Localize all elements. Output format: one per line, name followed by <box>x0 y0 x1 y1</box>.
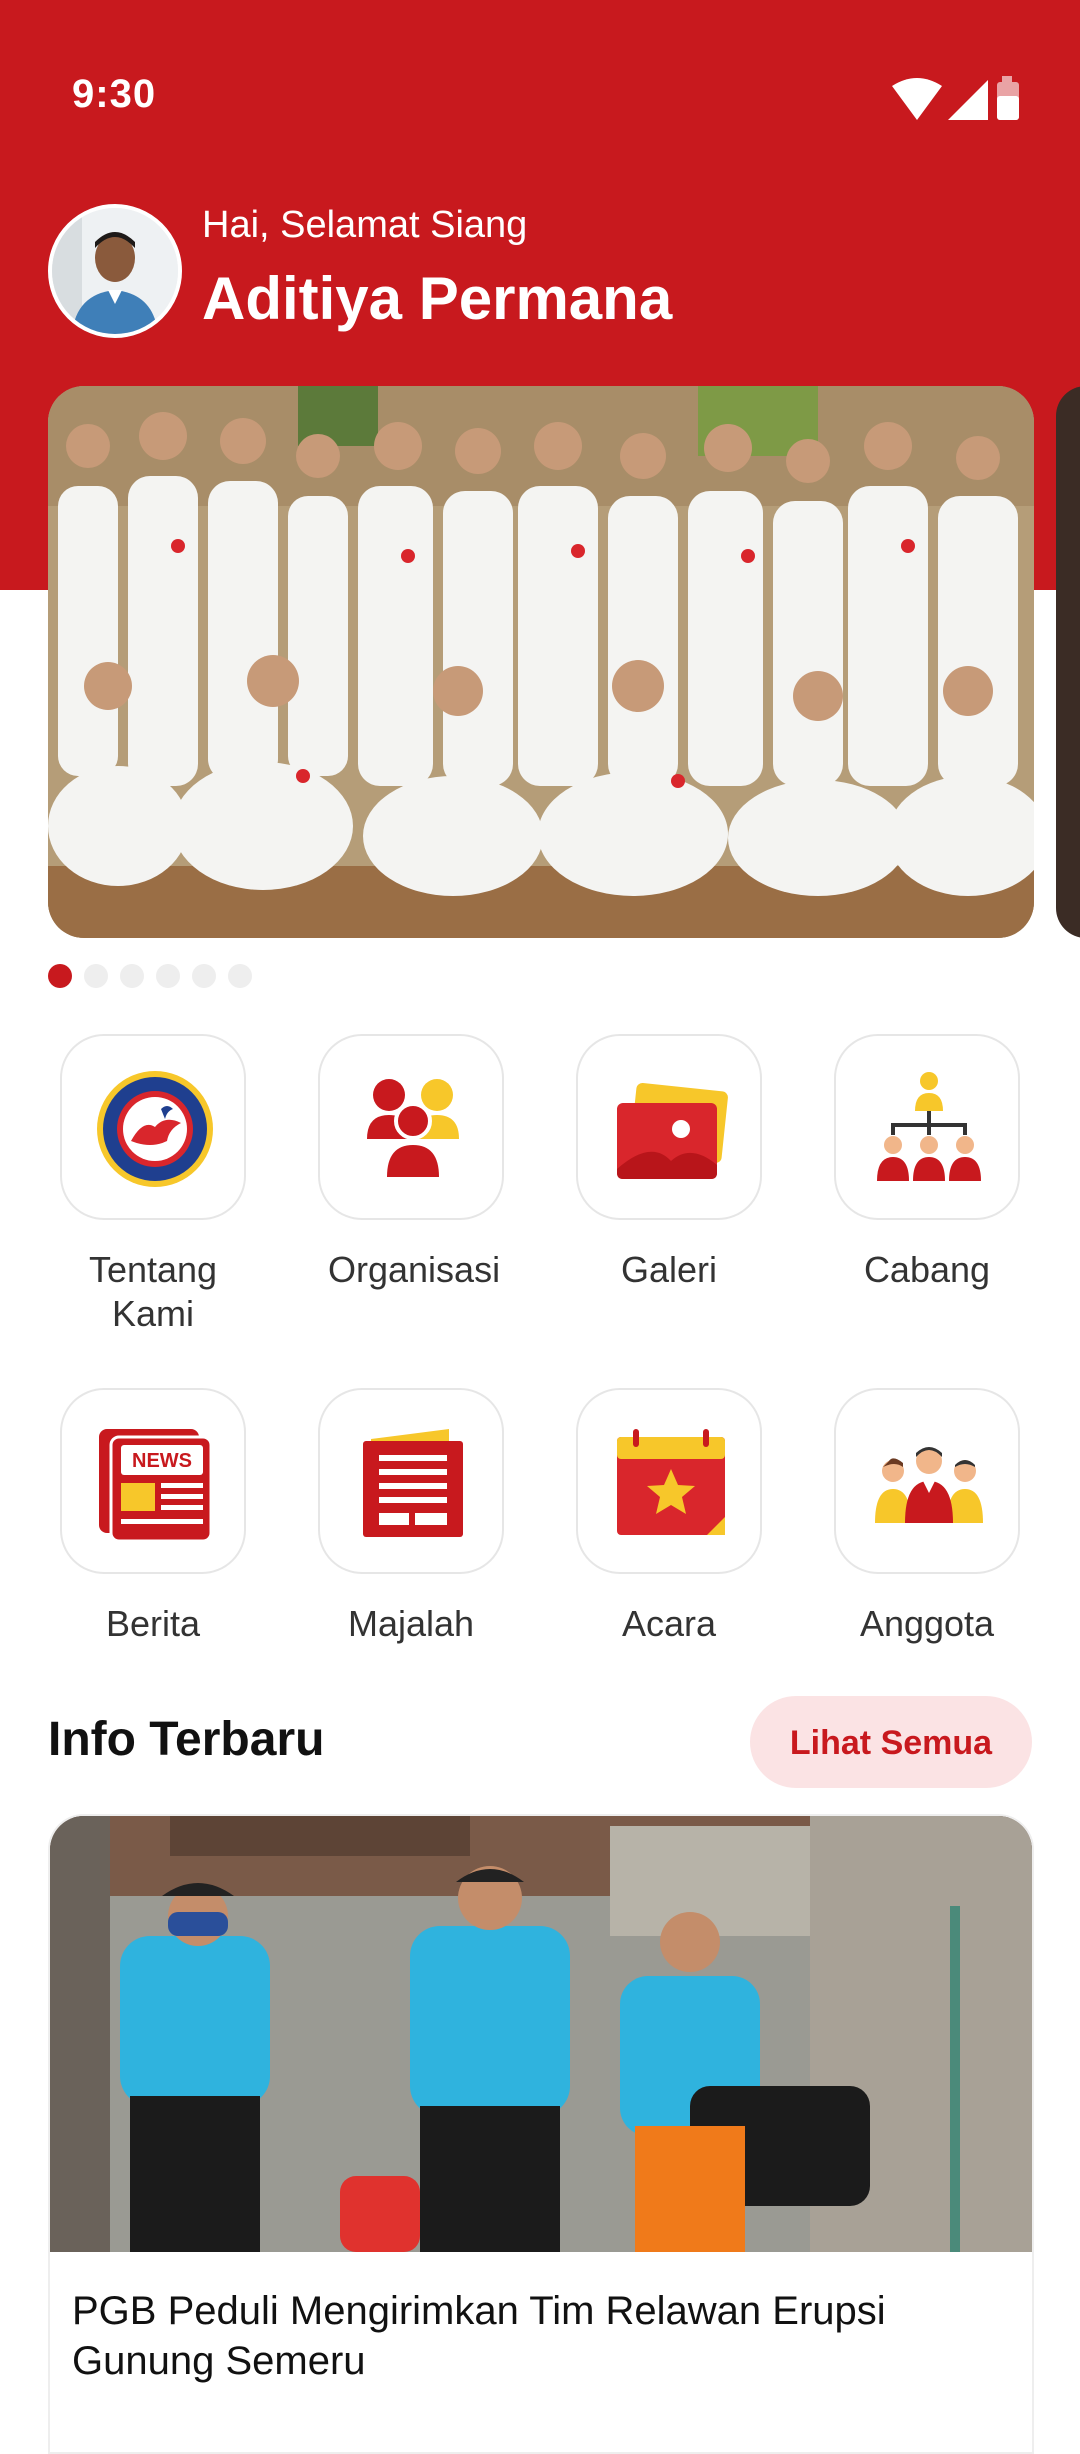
calendar-event-icon <box>617 1429 725 1535</box>
menu-berita[interactable]: NEWS Berita <box>56 1388 250 1646</box>
menu-tentang-kami[interactable]: Tentang Kami <box>56 1034 250 1336</box>
section-title-info-terbaru: Info Terbaru <box>48 1713 325 1766</box>
carousel-dot[interactable] <box>48 964 72 988</box>
status-icons <box>892 76 1032 122</box>
menu-tile[interactable] <box>318 1388 504 1574</box>
menu-tile[interactable] <box>576 1388 762 1574</box>
carousel-dot[interactable] <box>156 964 180 988</box>
menu-tile[interactable] <box>318 1034 504 1220</box>
menu-tile[interactable] <box>60 1034 246 1220</box>
menu-tile[interactable]: NEWS <box>60 1388 246 1574</box>
menu-cabang[interactable]: Cabang <box>830 1034 1024 1292</box>
branch-hierarchy-icon <box>877 1072 981 1181</box>
carousel-dot[interactable] <box>192 964 216 988</box>
menu-organisasi[interactable]: Organisasi <box>314 1034 508 1292</box>
menu-tile[interactable] <box>834 1388 1020 1574</box>
wifi-icon <box>892 78 942 120</box>
banner-next-slide-peek[interactable] <box>1056 386 1080 938</box>
status-bar: 9:30 <box>0 0 1080 190</box>
members-icon <box>875 1447 983 1523</box>
organization-logo-icon <box>97 1071 213 1187</box>
carousel-dot[interactable] <box>84 964 108 988</box>
menu-label: Acara <box>621 1603 717 1644</box>
menu-tile[interactable] <box>576 1034 762 1220</box>
menu-acara[interactable]: Acara <box>572 1388 766 1646</box>
menu-label: Majalah <box>347 1603 475 1644</box>
menu-tile[interactable] <box>834 1034 1020 1220</box>
menu-label: Anggota <box>859 1603 995 1644</box>
magazine-icon <box>363 1429 463 1537</box>
avatar[interactable] <box>48 204 182 338</box>
menu-majalah[interactable]: Majalah <box>314 1388 508 1646</box>
menu-label: Organisasi <box>328 1249 501 1290</box>
menu-anggota[interactable]: Anggota <box>830 1388 1024 1646</box>
menu-label: Berita <box>105 1603 201 1644</box>
menu-label: Galeri <box>620 1249 718 1290</box>
banner-photo <box>48 386 1034 938</box>
menu-label: Tentang Kami <box>88 1249 218 1334</box>
menu-galeri[interactable]: Galeri <box>572 1034 766 1292</box>
news-icon: NEWS <box>99 1429 213 1543</box>
people-group-icon <box>367 1079 459 1177</box>
greeting-text: Hai, Selamat Siang <box>202 204 528 246</box>
see-all-button[interactable]: Lihat Semua <box>750 1696 1032 1788</box>
signal-icon <box>948 80 988 120</box>
battery-icon <box>997 76 1019 120</box>
svg-text:NEWS: NEWS <box>132 1450 192 1472</box>
carousel-dot[interactable] <box>228 964 252 988</box>
news-photo <box>50 1816 1032 2252</box>
banner-carousel-slide[interactable] <box>48 386 1034 938</box>
gallery-icon <box>617 1082 728 1179</box>
news-title: PGB Peduli Mengirimkan Tim Relawan Erups… <box>72 2289 886 2383</box>
menu-label: Cabang <box>863 1249 991 1290</box>
news-card[interactable]: PGB Peduli Mengirimkan Tim Relawan Erups… <box>48 1814 1034 2454</box>
user-name: Aditiya Permana <box>202 265 673 332</box>
carousel-dot[interactable] <box>120 964 144 988</box>
status-time: 9:30 <box>72 72 157 116</box>
